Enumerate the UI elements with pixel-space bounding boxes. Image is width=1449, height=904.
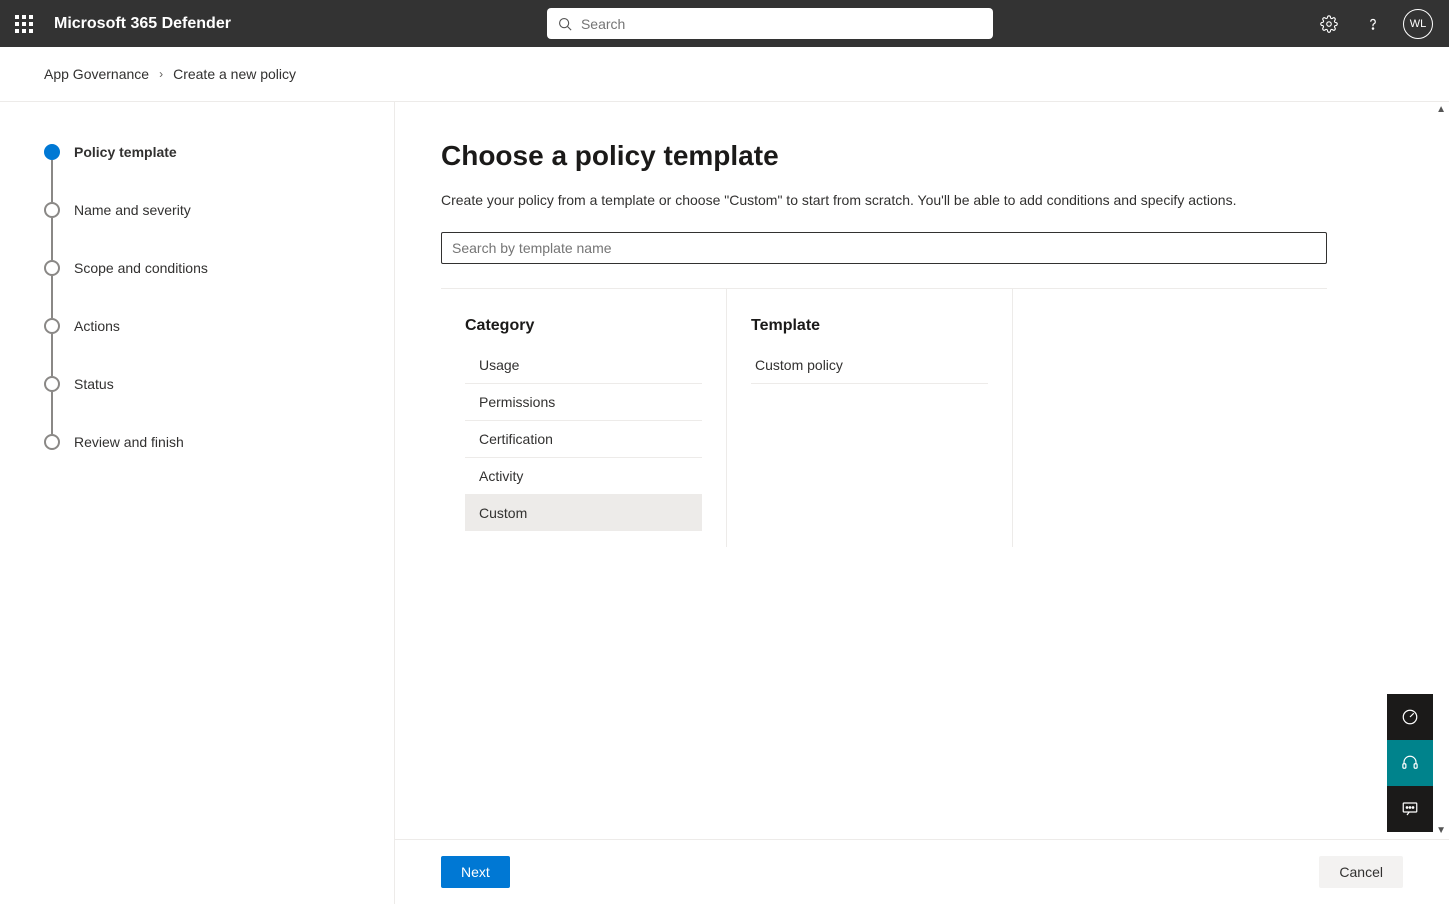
category-item-usage[interactable]: Usage (465, 347, 702, 384)
category-heading: Category (465, 317, 702, 335)
side-widgets (1387, 694, 1433, 832)
waffle-icon (15, 15, 33, 33)
details-column (1013, 289, 1327, 547)
breadcrumb-item-0[interactable]: App Governance (44, 66, 149, 82)
step-marker-icon (44, 318, 60, 334)
step-marker-icon (44, 260, 60, 276)
work-area: Policy template Name and severity Scope … (0, 101, 1449, 904)
search-wrap (231, 8, 1309, 39)
gear-icon (1320, 15, 1338, 33)
template-column: Template Custom policy (727, 289, 1013, 547)
settings-button[interactable] (1309, 0, 1349, 47)
app-launcher-icon[interactable] (0, 0, 48, 47)
chat-icon (1401, 800, 1419, 818)
step-label: Actions (74, 318, 120, 334)
step-label: Status (74, 376, 114, 392)
global-search[interactable] (547, 8, 993, 39)
category-column: Category Usage Permissions Certification… (441, 289, 727, 547)
user-avatar[interactable]: WL (1403, 9, 1433, 39)
category-item-activity[interactable]: Activity (465, 458, 702, 495)
wizard-stepper: Policy template Name and severity Scope … (0, 102, 395, 904)
step-connector (51, 392, 53, 434)
cancel-button[interactable]: Cancel (1319, 856, 1403, 888)
step-label: Review and finish (74, 434, 184, 450)
step-connector (51, 334, 53, 376)
category-list: Usage Permissions Certification Activity… (465, 347, 702, 531)
scroll-down-icon[interactable]: ▼ (1436, 825, 1446, 836)
step-marker-icon (44, 144, 60, 160)
step-connector (51, 218, 53, 260)
page-title: Choose a policy template (441, 140, 1403, 172)
wizard-footer: Next Cancel (395, 839, 1449, 904)
step-label: Scope and conditions (74, 260, 208, 276)
template-heading: Template (751, 317, 988, 335)
step-connector (51, 160, 53, 202)
page-description: Create your policy from a template or ch… (441, 192, 1403, 208)
search-input[interactable] (581, 16, 983, 32)
header-actions: WL (1309, 0, 1439, 47)
step-actions[interactable]: Actions (44, 318, 394, 334)
headset-icon (1401, 754, 1419, 772)
step-policy-template[interactable]: Policy template (44, 144, 394, 160)
step-marker-icon (44, 376, 60, 392)
widget-support[interactable] (1387, 740, 1433, 786)
category-item-permissions[interactable]: Permissions (465, 384, 702, 421)
template-columns: Category Usage Permissions Certification… (441, 288, 1327, 547)
gauge-icon (1401, 708, 1419, 726)
widget-gauge[interactable] (1387, 694, 1433, 740)
widget-feedback[interactable] (1387, 786, 1433, 832)
category-item-certification[interactable]: Certification (465, 421, 702, 458)
template-item-custom-policy[interactable]: Custom policy (751, 347, 988, 384)
app-title: Microsoft 365 Defender (54, 15, 231, 33)
step-marker-icon (44, 202, 60, 218)
next-button[interactable]: Next (441, 856, 510, 888)
chevron-right-icon: › (159, 67, 163, 81)
step-review-finish[interactable]: Review and finish (44, 434, 394, 450)
category-item-custom[interactable]: Custom (465, 495, 702, 531)
search-icon (557, 16, 573, 32)
help-icon (1364, 15, 1382, 33)
step-connector (51, 276, 53, 318)
step-name-severity[interactable]: Name and severity (44, 202, 394, 218)
global-header: Microsoft 365 Defender WL (0, 0, 1449, 47)
step-label: Policy template (74, 144, 177, 160)
template-list: Custom policy (751, 347, 988, 384)
step-status[interactable]: Status (44, 376, 394, 392)
step-marker-icon (44, 434, 60, 450)
step-label: Name and severity (74, 202, 191, 218)
step-scope-conditions[interactable]: Scope and conditions (44, 260, 394, 276)
breadcrumb-item-1[interactable]: Create a new policy (173, 66, 296, 82)
template-search-input[interactable] (441, 232, 1327, 264)
scroll-up-icon[interactable]: ▲ (1436, 104, 1446, 115)
breadcrumb: App Governance › Create a new policy (0, 47, 1449, 101)
main-panel: Choose a policy template Create your pol… (395, 102, 1449, 904)
help-button[interactable] (1353, 0, 1393, 47)
